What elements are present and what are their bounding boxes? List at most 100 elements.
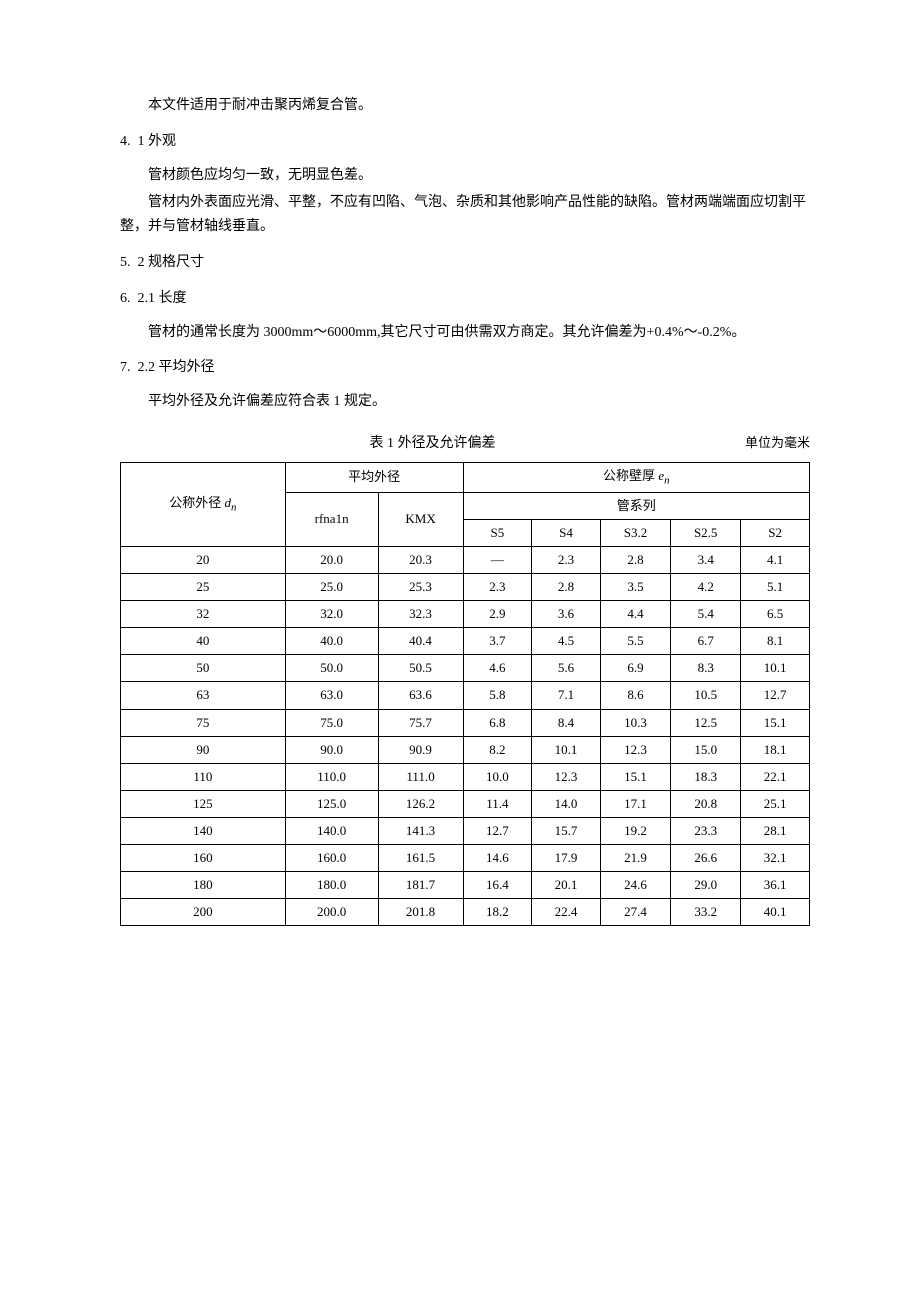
table-cell: 18.3 xyxy=(671,763,741,790)
table-cell: 75.7 xyxy=(378,709,463,736)
table1-unit: 单位为毫米 xyxy=(745,432,810,454)
table1: 公称外径 dn 平均外径 公称壁厚 en rfna1n KMX 管系列 S5 S… xyxy=(120,462,810,927)
table-cell: 75 xyxy=(121,709,286,736)
table-cell: 40.1 xyxy=(741,899,810,926)
table-cell: 10.5 xyxy=(671,682,741,709)
table-cell: 20.0 xyxy=(285,546,378,573)
table-cell: 26.6 xyxy=(671,844,741,871)
table-cell: 63.6 xyxy=(378,682,463,709)
table-cell: 5.1 xyxy=(741,574,810,601)
table-cell: 20 xyxy=(121,546,286,573)
table1-head-row-1: 公称外径 dn 平均外径 公称壁厚 en xyxy=(121,462,810,492)
section-7-heading: 7. 2.2 平均外径 xyxy=(120,356,810,380)
appearance-p1: 管材颜色应均匀一致，无明显色差。 xyxy=(120,164,810,188)
table-cell: 40.4 xyxy=(378,628,463,655)
table-cell: 2.8 xyxy=(600,546,670,573)
table1-body: 2020.020.3—2.32.83.44.12525.025.32.32.83… xyxy=(121,546,810,925)
table-cell: 17.9 xyxy=(532,844,601,871)
col-s5: S5 xyxy=(463,519,532,546)
table-cell: 27.4 xyxy=(600,899,670,926)
table-cell: 160 xyxy=(121,844,286,871)
table-cell: 201.8 xyxy=(378,899,463,926)
table-cell: 111.0 xyxy=(378,763,463,790)
table-row: 125125.0126.211.414.017.120.825.1 xyxy=(121,790,810,817)
appearance-p2: 管材内外表面应光滑、平整，不应有凹陷、气泡、杂质和其他影响产品性能的缺陷。管材两… xyxy=(120,191,810,239)
col-s25: S2.5 xyxy=(671,519,741,546)
table-cell: 63 xyxy=(121,682,286,709)
col-s32: S3.2 xyxy=(600,519,670,546)
table-cell: 4.5 xyxy=(532,628,601,655)
table-cell: 40.0 xyxy=(285,628,378,655)
table-cell: 10.1 xyxy=(532,736,601,763)
section-7-num: 7. xyxy=(120,360,131,375)
table-cell: 8.3 xyxy=(671,655,741,682)
table-cell: 6.9 xyxy=(600,655,670,682)
table-cell: 5.6 xyxy=(532,655,601,682)
table-cell: 8.2 xyxy=(463,736,532,763)
col-en: 公称壁厚 en xyxy=(463,462,809,492)
table-cell: 32 xyxy=(121,601,286,628)
table-cell: 12.3 xyxy=(532,763,601,790)
table-cell: 12.5 xyxy=(671,709,741,736)
table-cell: 200.0 xyxy=(285,899,378,926)
table-cell: 5.4 xyxy=(671,601,741,628)
table-cell: 90.0 xyxy=(285,736,378,763)
section-7-title: 2.2 平均外径 xyxy=(138,360,215,375)
section-4-num: 4. xyxy=(120,134,131,149)
table-cell: 125.0 xyxy=(285,790,378,817)
table-cell: 5.5 xyxy=(600,628,670,655)
table-cell: 33.2 xyxy=(671,899,741,926)
table-row: 200200.0201.818.222.427.433.240.1 xyxy=(121,899,810,926)
table-cell: 200 xyxy=(121,899,286,926)
col-s2: S2 xyxy=(741,519,810,546)
table-cell: 14.6 xyxy=(463,844,532,871)
table-cell: 110 xyxy=(121,763,286,790)
table-cell: 21.9 xyxy=(600,844,670,871)
table-cell: 25.3 xyxy=(378,574,463,601)
col-avg-od: 平均外径 xyxy=(285,462,463,492)
table-cell: 6.5 xyxy=(741,601,810,628)
col-dn: 公称外径 dn xyxy=(121,462,286,546)
table-row: 3232.032.32.93.64.45.46.5 xyxy=(121,601,810,628)
table-cell: 11.4 xyxy=(463,790,532,817)
table-cell: 7.1 xyxy=(532,682,601,709)
table-cell: 8.4 xyxy=(532,709,601,736)
table-cell: 110.0 xyxy=(285,763,378,790)
table-cell: 2.3 xyxy=(532,546,601,573)
avg-od-paragraph: 平均外径及允许偏差应符合表 1 规定。 xyxy=(120,390,810,414)
table-cell: 75.0 xyxy=(285,709,378,736)
table-cell: 25 xyxy=(121,574,286,601)
table-cell: 181.7 xyxy=(378,872,463,899)
table-cell: 160.0 xyxy=(285,844,378,871)
table-cell: 5.8 xyxy=(463,682,532,709)
table-cell: 8.1 xyxy=(741,628,810,655)
table-cell: 3.5 xyxy=(600,574,670,601)
table-cell: 6.8 xyxy=(463,709,532,736)
table1-title: 表 1 外径及允许偏差 xyxy=(120,432,745,456)
table-cell: 19.2 xyxy=(600,817,670,844)
table-row: 2020.020.3—2.32.83.44.1 xyxy=(121,546,810,573)
table-cell: 50.5 xyxy=(378,655,463,682)
table-cell: 6.7 xyxy=(671,628,741,655)
table-cell: 32.1 xyxy=(741,844,810,871)
table-cell: 10.1 xyxy=(741,655,810,682)
table-cell: 4.4 xyxy=(600,601,670,628)
section-5-title: 2 规格尺寸 xyxy=(138,255,205,270)
table-cell: 2.9 xyxy=(463,601,532,628)
table-cell: 10.0 xyxy=(463,763,532,790)
section-4-heading: 4. 1 外观 xyxy=(120,130,810,154)
table-row: 2525.025.32.32.83.54.25.1 xyxy=(121,574,810,601)
table-cell: 17.1 xyxy=(600,790,670,817)
table-cell: 8.6 xyxy=(600,682,670,709)
table-cell: 18.2 xyxy=(463,899,532,926)
table-cell: 15.7 xyxy=(532,817,601,844)
table-cell: 25.1 xyxy=(741,790,810,817)
table-cell: 15.1 xyxy=(741,709,810,736)
table-row: 7575.075.76.88.410.312.515.1 xyxy=(121,709,810,736)
table-cell: 12.7 xyxy=(463,817,532,844)
table-row: 140140.0141.312.715.719.223.328.1 xyxy=(121,817,810,844)
table-row: 9090.090.98.210.112.315.018.1 xyxy=(121,736,810,763)
table-cell: 25.0 xyxy=(285,574,378,601)
table1-head: 公称外径 dn 平均外径 公称壁厚 en rfna1n KMX 管系列 S5 S… xyxy=(121,462,810,546)
table-cell: 180.0 xyxy=(285,872,378,899)
